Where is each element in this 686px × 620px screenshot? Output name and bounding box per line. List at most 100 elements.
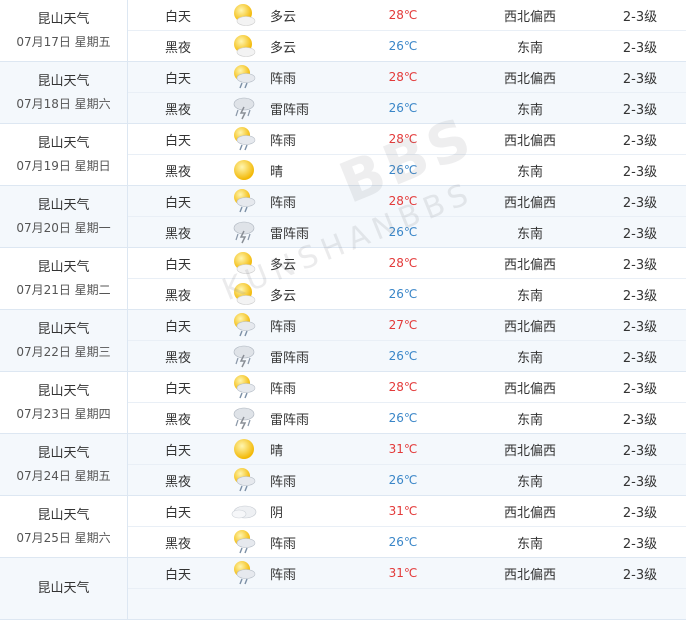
- daytime-row: 白天 阵雨 28℃ 西北偏西 2-3级: [128, 124, 686, 154]
- period-label: 白天: [164, 257, 191, 273]
- temperature: 27℃: [388, 318, 418, 332]
- shower-icon: [228, 126, 260, 152]
- date-cell: 昆山天气 07月19日 星期日: [0, 124, 128, 185]
- sun-icon: [228, 158, 260, 182]
- temperature: 26℃: [388, 287, 418, 301]
- night-row: 黑夜 多云 26℃ 东南 2-3级: [128, 30, 686, 61]
- city-title: 昆山天气: [37, 73, 90, 89]
- night-row: 黑夜 晴 26℃ 东南 2-3级: [128, 154, 686, 185]
- weather-desc: 阵雨: [270, 536, 297, 552]
- forecast-day: 昆山天气 07月18日 星期六 白天 阵雨 28℃ 西北偏西 2-3级 黑夜 雷阵雨 26℃ 东南 2…: [0, 62, 686, 124]
- wind-direction: 东南: [516, 474, 543, 490]
- period-rows: 白天 阵雨 27℃ 西北偏西 2-3级 黑夜 雷阵雨 26℃ 东南 2-3级: [128, 310, 686, 371]
- thunderstorm-icon: [228, 343, 260, 369]
- date-label: 07月20日 星期一: [16, 220, 111, 235]
- city-title: 昆山天气: [37, 383, 90, 399]
- wind-level: 2-3级: [622, 226, 658, 242]
- date-cell: 昆山天气: [0, 558, 128, 619]
- date-cell: 昆山天气 07月21日 星期二: [0, 248, 128, 309]
- date-cell: 昆山天气 07月17日 星期五: [0, 0, 128, 61]
- daytime-row: 白天 阵雨 28℃ 西北偏西 2-3级: [128, 62, 686, 92]
- shower-icon: [228, 374, 260, 400]
- partly-cloudy-icon: [228, 251, 260, 275]
- wind-direction: 西北偏西: [503, 443, 556, 459]
- wind-direction: 东南: [516, 102, 543, 118]
- date-label: 07月19日 星期日: [16, 158, 111, 173]
- daytime-row: 白天 阵雨 28℃ 西北偏西 2-3级: [128, 186, 686, 216]
- temperature: 31℃: [388, 504, 418, 518]
- wind-direction: 东南: [516, 350, 543, 366]
- night-row: [128, 588, 686, 619]
- period-label: 黑夜: [164, 288, 191, 304]
- weather-desc: 阴: [270, 505, 284, 521]
- wind-level: 2-3级: [622, 443, 658, 459]
- period-label: 白天: [164, 319, 191, 335]
- partly-cloudy-icon: [228, 3, 260, 27]
- date-cell: 昆山天气 07月18日 星期六: [0, 62, 128, 123]
- daytime-row: 白天 阴 31℃ 西北偏西 2-3级: [128, 496, 686, 526]
- temperature: 26℃: [388, 349, 418, 363]
- partly-cloudy-icon: [228, 282, 260, 306]
- temperature: 26℃: [388, 411, 418, 425]
- daytime-row: 白天 阵雨 31℃ 西北偏西 2-3级: [128, 558, 686, 588]
- weather-desc: 晴: [270, 164, 284, 180]
- wind-level: 2-3级: [622, 350, 658, 366]
- period-label: 白天: [164, 505, 191, 521]
- wind-direction: 西北偏西: [503, 567, 556, 583]
- date-label: 07月22日 星期三: [16, 344, 111, 359]
- date-label: 07月18日 星期六: [16, 96, 111, 111]
- date-cell: 昆山天气 07月20日 星期一: [0, 186, 128, 247]
- temperature: 31℃: [388, 566, 418, 580]
- period-label: 黑夜: [164, 474, 191, 490]
- thunderstorm-icon: [228, 95, 260, 121]
- wind-level: 2-3级: [622, 288, 658, 304]
- night-row: 黑夜 雷阵雨 26℃ 东南 2-3级: [128, 216, 686, 247]
- date-cell: 昆山天气 07月22日 星期三: [0, 310, 128, 371]
- wind-direction: 东南: [516, 536, 543, 552]
- temperature: 26℃: [388, 535, 418, 549]
- city-title: 昆山天气: [37, 259, 90, 275]
- date-label: 07月24日 星期五: [16, 468, 111, 483]
- forecast-day: 昆山天气 07月24日 星期五 白天晴 31℃ 西北偏西 2-3级 黑夜 阵雨 26℃ 东南 2-3…: [0, 434, 686, 496]
- city-title: 昆山天气: [37, 445, 90, 461]
- period-rows: 白天 多云 28℃ 西北偏西 2-3级 黑夜 多云 26℃ 东南 2-3级: [128, 0, 686, 61]
- city-title: 昆山天气: [37, 507, 90, 523]
- period-rows: 白天 阵雨 28℃ 西北偏西 2-3级 黑夜 雷阵雨 26℃ 东南 2-3级: [128, 372, 686, 433]
- wind-direction: 东南: [516, 288, 543, 304]
- daytime-row: 白天 多云 28℃ 西北偏西 2-3级: [128, 248, 686, 278]
- daytime-row: 白天 阵雨 27℃ 西北偏西 2-3级: [128, 310, 686, 340]
- date-cell: 昆山天气 07月25日 星期六: [0, 496, 128, 557]
- period-rows: 白天 阵雨 31℃ 西北偏西 2-3级: [128, 558, 686, 619]
- temperature: 28℃: [388, 194, 418, 208]
- wind-level: 2-3级: [622, 71, 658, 87]
- temperature: 26℃: [388, 39, 418, 53]
- period-label: 黑夜: [164, 164, 191, 180]
- forecast-day: 昆山天气 07月22日 星期三 白天 阵雨 27℃ 西北偏西 2-3级 黑夜 雷阵雨 26℃ 东南 2…: [0, 310, 686, 372]
- weather-desc: 阵雨: [270, 71, 297, 87]
- weather-desc: 阵雨: [270, 474, 297, 490]
- city-title: 昆山天气: [37, 11, 90, 27]
- wind-level: 2-3级: [622, 40, 658, 56]
- shower-icon: [228, 467, 260, 493]
- forecast-table: 昆山天气 07月17日 星期五 白天 多云 28℃ 西北偏西 2-3级 黑夜 多云 26℃ 东南 2-…: [0, 0, 686, 620]
- forecast-day: 昆山天气 07月23日 星期四 白天 阵雨 28℃ 西北偏西 2-3级 黑夜 雷阵雨 26℃ 东南 2…: [0, 372, 686, 434]
- wind-direction: 东南: [516, 412, 543, 428]
- wind-direction: 东南: [516, 164, 543, 180]
- night-row: 黑夜 雷阵雨 26℃ 东南 2-3级: [128, 340, 686, 371]
- weather-desc: 阵雨: [270, 319, 297, 335]
- city-title: 昆山天气: [37, 197, 90, 213]
- wind-level: 2-3级: [622, 319, 658, 335]
- daytime-row: 白天 阵雨 28℃ 西北偏西 2-3级: [128, 372, 686, 402]
- shower-icon: [228, 64, 260, 90]
- temperature: 31℃: [388, 442, 418, 456]
- temperature: 28℃: [388, 8, 418, 22]
- weather-desc: 阵雨: [270, 381, 297, 397]
- wind-direction: 西北偏西: [503, 257, 556, 273]
- period-rows: 白天 阵雨 28℃ 西北偏西 2-3级 黑夜 雷阵雨 26℃ 东南 2-3级: [128, 62, 686, 123]
- date-cell: 昆山天气 07月24日 星期五: [0, 434, 128, 495]
- weather-desc: 阵雨: [270, 567, 297, 583]
- wind-direction: 东南: [516, 40, 543, 56]
- period-label: 黑夜: [164, 40, 191, 56]
- weather-desc: 雷阵雨: [270, 102, 310, 118]
- wind-level: 2-3级: [622, 567, 658, 583]
